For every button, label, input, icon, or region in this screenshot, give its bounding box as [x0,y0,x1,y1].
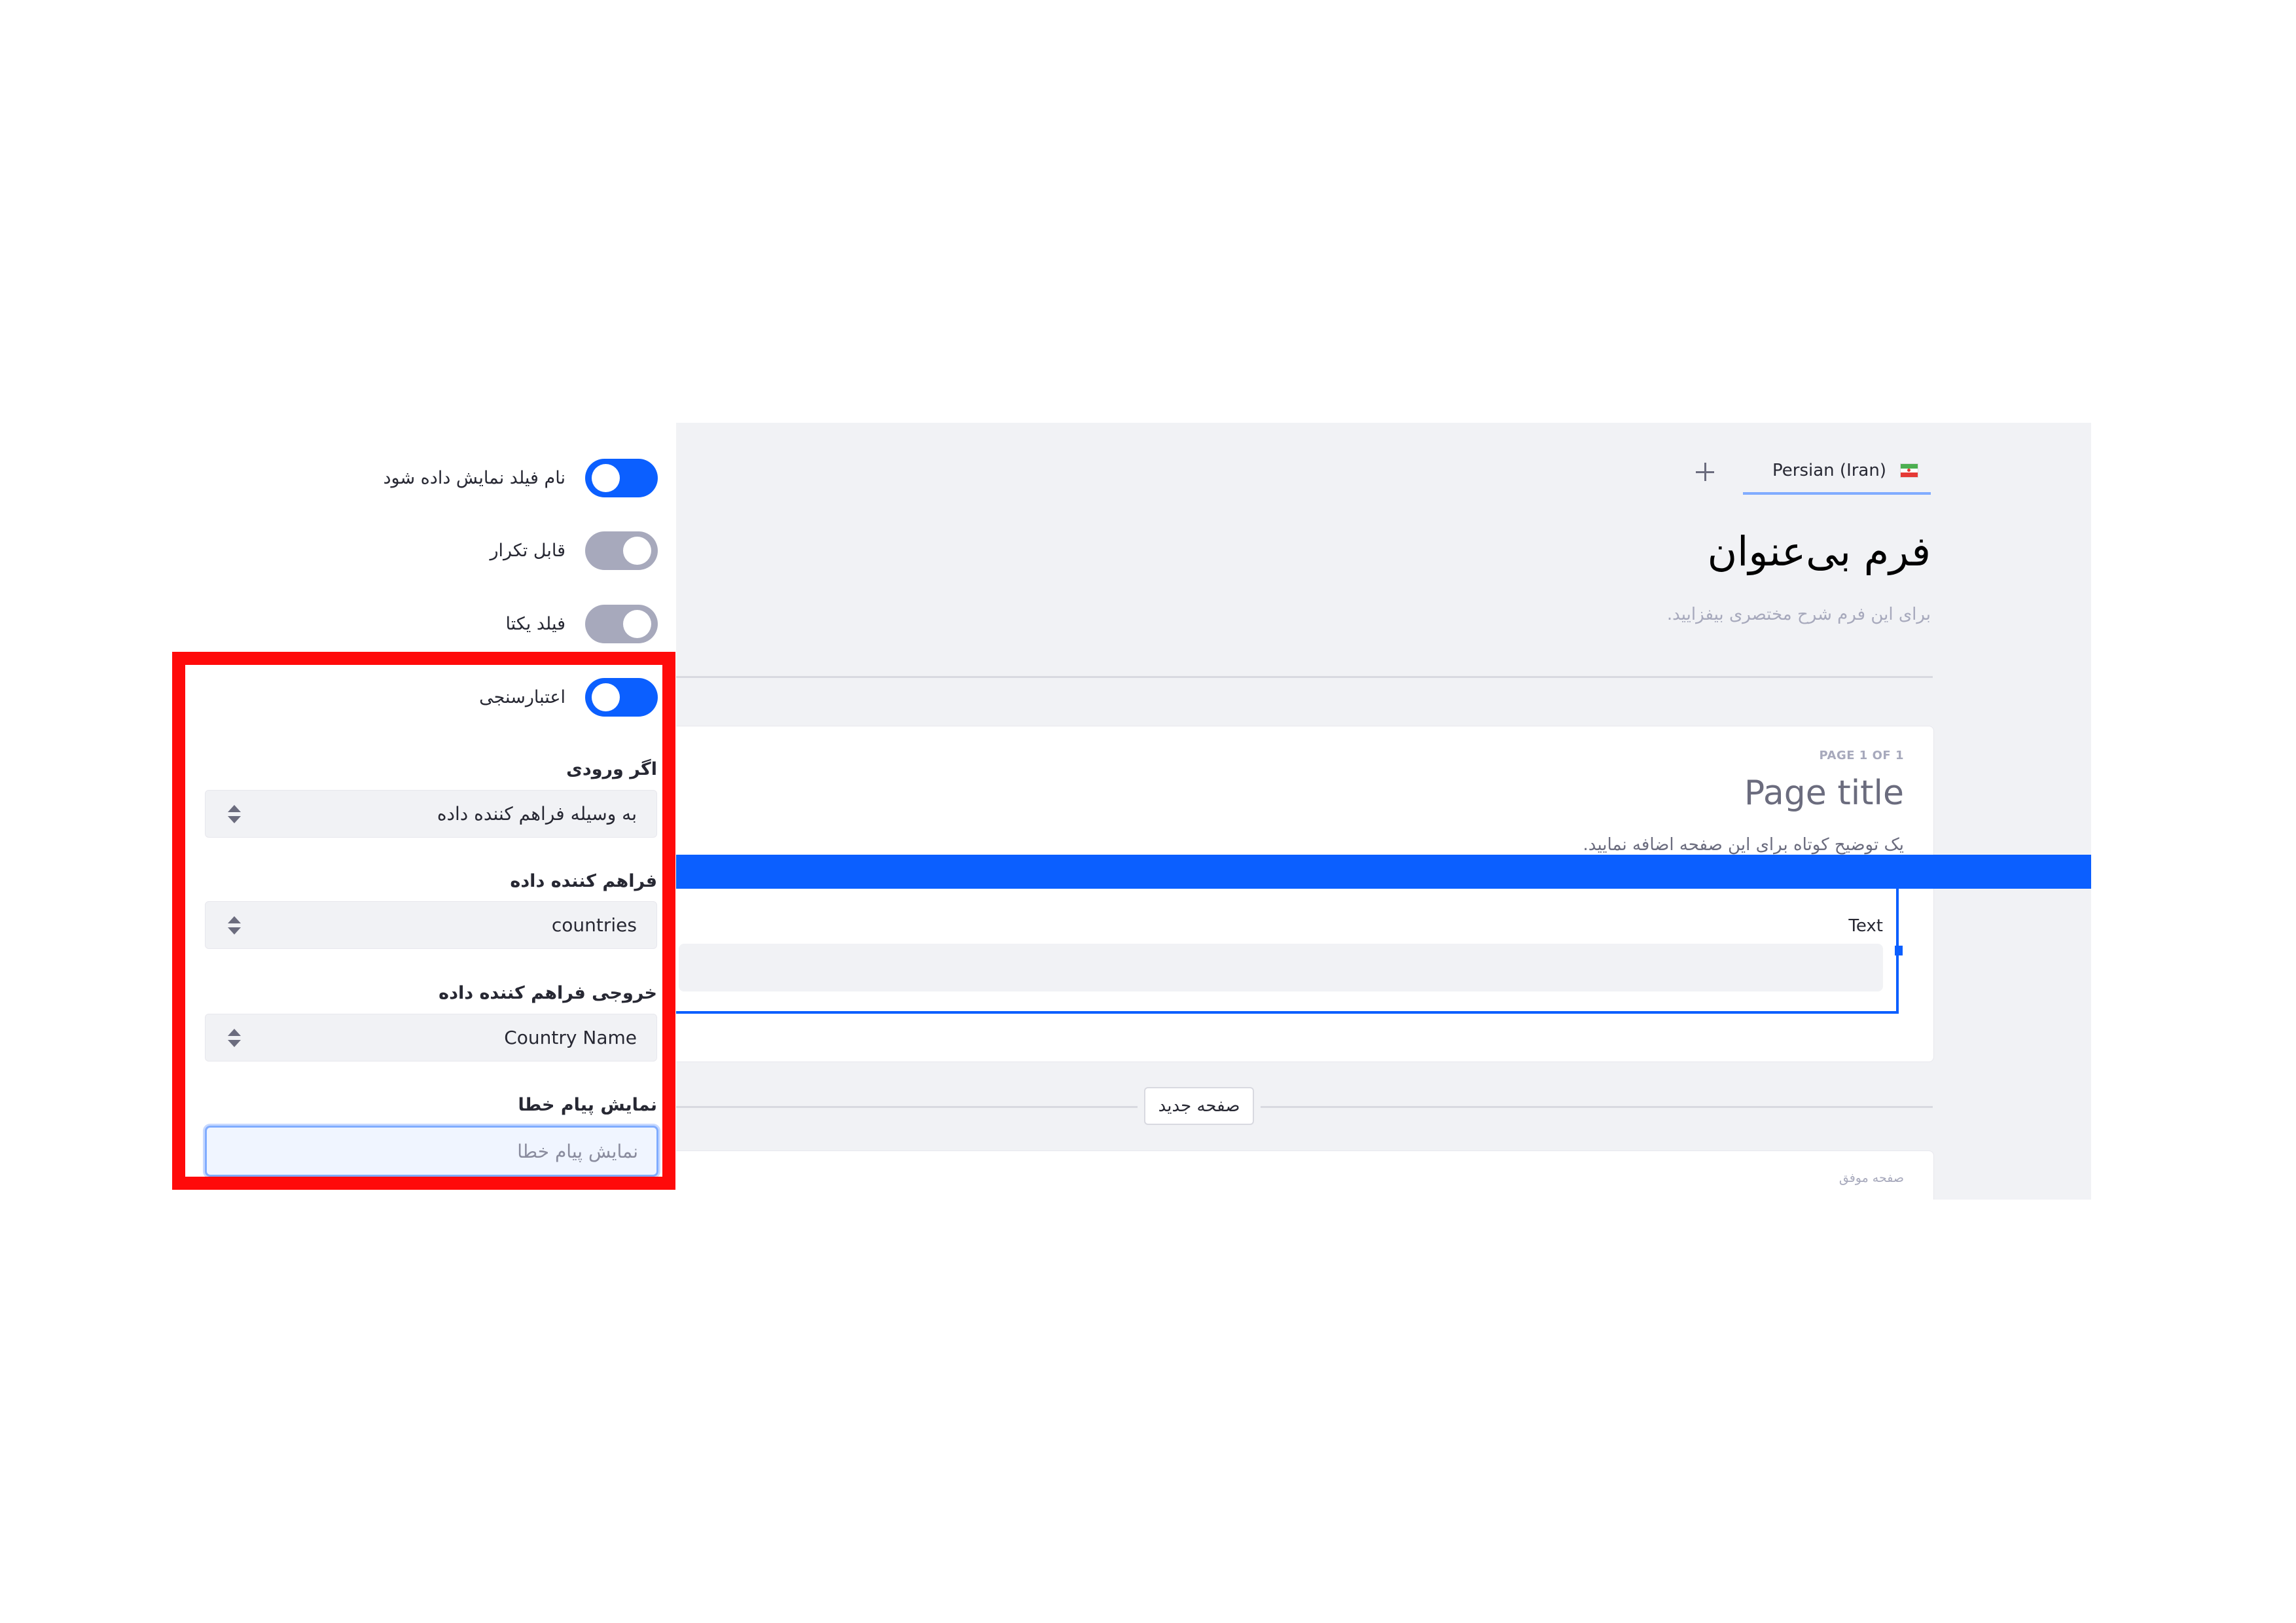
toggle-row-repeatable: قابل تکرار [490,531,658,570]
field-properties-sidebar: نام فیلد نمایش داده شود قابل تکرار فیلد … [196,445,668,1204]
page-title[interactable]: Page title [1744,774,1904,813]
select-arrows-icon [228,916,241,936]
language-bar: Persian (Iran) [1693,449,1931,495]
provider-output-select[interactable]: Country Name [205,1014,657,1061]
error-message-label: نمایش پیام خطا [518,1095,657,1115]
data-provider-select[interactable]: countries [205,901,657,949]
repeatable-toggle[interactable] [585,531,658,570]
page-description[interactable]: یک توضیح کوتاه برای این صفحه اضافه نمایی… [1583,835,1904,855]
header-divider [676,676,1933,678]
new-page-row: صفحه جدید [676,1087,1933,1126]
if-input-label: اگر ورودی [566,759,657,779]
toggle-row-show-label: نام فیلد نمایش داده شود [383,458,658,497]
form-title[interactable]: فرم بی‌عنوان [1708,527,1931,575]
unique-field-toggle[interactable] [585,604,658,643]
if-input-value: به وسیله فراهم کننده داده [437,803,637,825]
iran-flag-icon [1901,464,1918,478]
language-tab-label: Persian (Iran) [1772,461,1886,480]
form-builder-canvas: Persian (Iran) فرم بی‌عنوان برای این فرم… [676,423,2091,1200]
language-tab-persian[interactable]: Persian (Iran) [1743,449,1931,495]
error-message-input[interactable] [205,1126,658,1177]
form-description[interactable]: برای این فرم شرح مختصری بیفزایید. [1667,605,1931,624]
select-arrows-icon [228,805,241,825]
data-provider-label: فراهم کننده داده [510,871,657,891]
toggle-label: قابل تکرار [490,540,565,561]
show-label-toggle[interactable] [585,458,658,497]
toggle-label: اعتبارسنجی [479,687,565,707]
select-arrows-icon [228,1029,241,1048]
success-page-card: صفحه موفق [676,1150,1934,1200]
add-language-button[interactable] [1693,460,1717,484]
toggle-label: فیلد یکتا [505,613,565,634]
toggle-row-unique: فیلد یکتا [505,604,658,643]
validation-toggle[interactable] [585,677,658,717]
toggle-label: نام فیلد نمایش داده شود [383,467,565,488]
field-label: Text [1848,916,1883,936]
page-counter: PAGE 1 OF 1 [1819,749,1904,762]
new-page-line-right [1261,1106,1933,1108]
new-page-button[interactable]: صفحه جدید [1144,1087,1254,1125]
toggle-row-validation: اعتبارسنجی [479,677,658,717]
drop-indicator [676,855,2091,889]
new-page-line-left [676,1106,1138,1108]
text-field-input[interactable] [679,944,1883,991]
success-page-label: صفحه موفق [1839,1171,1904,1185]
data-provider-value: countries [551,914,637,936]
provider-output-value: Country Name [504,1027,637,1048]
provider-output-label: خروجی فراهم کننده داده [439,983,657,1003]
if-input-select[interactable]: به وسیله فراهم کننده داده [205,790,657,838]
resize-handle[interactable] [1895,946,1903,955]
selected-text-field[interactable]: Text [676,889,1903,1014]
